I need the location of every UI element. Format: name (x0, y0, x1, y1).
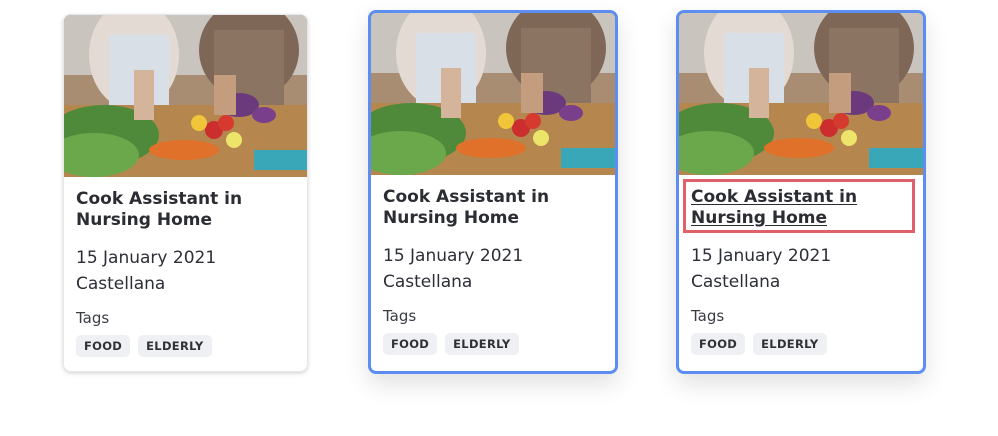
card-date: 15 January 2021 (383, 246, 524, 266)
card-location: Castellana (383, 272, 473, 292)
tag-elderly[interactable]: ELDERLY (445, 333, 519, 355)
cooking-photo (679, 13, 923, 175)
tags-label: Tags (76, 309, 110, 327)
tags-list: FOOD ELDERLY (691, 333, 911, 355)
card-location: Castellana (691, 272, 781, 292)
opportunity-card-2[interactable]: Cook Assistant in Nursing Home 15 Januar… (368, 10, 618, 374)
opportunity-card-1[interactable]: Cook Assistant in Nursing Home 15 Januar… (63, 14, 308, 372)
card-title[interactable]: Cook Assistant in Nursing Home (76, 189, 295, 231)
tags-label: Tags (691, 307, 725, 325)
tag-food[interactable]: FOOD (76, 335, 131, 357)
card-title-link[interactable]: Cook Assistant in Nursing Home (691, 187, 911, 229)
tags-list: FOOD ELDERLY (76, 335, 295, 357)
tag-food[interactable]: FOOD (691, 333, 746, 355)
tags-label: Tags (383, 307, 417, 325)
opportunity-card-3[interactable]: Cook Assistant in Nursing Home 15 Januar… (676, 10, 926, 374)
card-date: 15 January 2021 (76, 248, 217, 268)
card-location: Castellana (76, 274, 166, 294)
card-title[interactable]: Cook Assistant in Nursing Home (383, 187, 603, 229)
tags-list: FOOD ELDERLY (383, 333, 603, 355)
cooking-photo (371, 13, 615, 175)
card-date: 15 January 2021 (691, 246, 832, 266)
tag-food[interactable]: FOOD (383, 333, 438, 355)
volunteer-cards-grid: Cook Assistant in Nursing Home 15 Januar… (0, 0, 998, 436)
tag-elderly[interactable]: ELDERLY (138, 335, 212, 357)
tag-elderly[interactable]: ELDERLY (753, 333, 827, 355)
cooking-photo (64, 15, 307, 177)
card-title-link-wrapper: Cook Assistant in Nursing Home (683, 179, 915, 233)
